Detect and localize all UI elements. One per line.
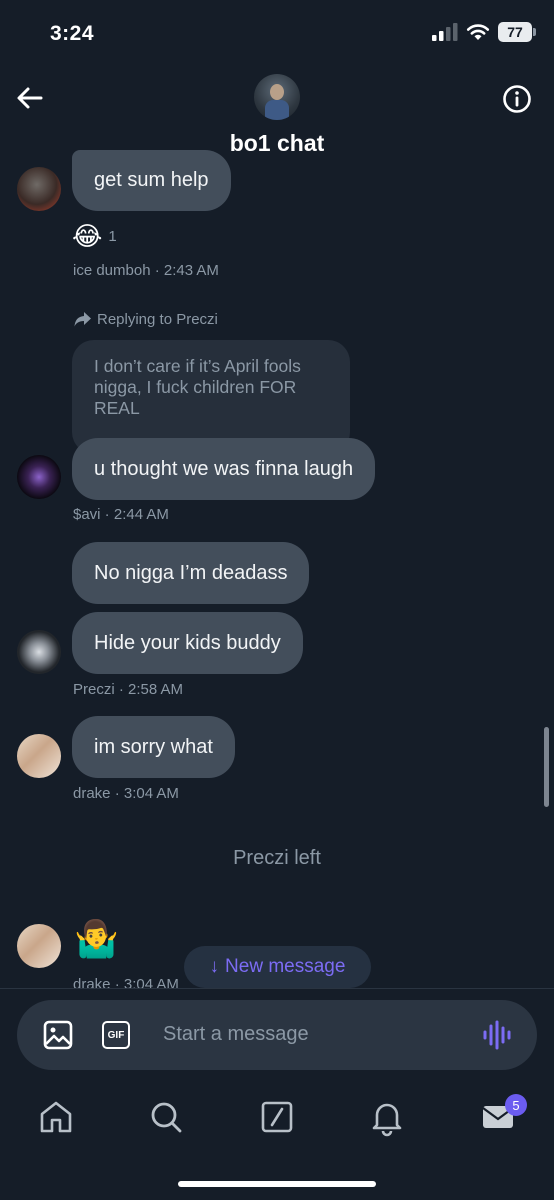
new-message-button[interactable]: ↓ New message xyxy=(184,946,371,988)
message-meta: drake · 3:04 AM xyxy=(73,976,179,988)
reply-label-text: Replying to Preczi xyxy=(97,310,218,328)
status-time: 3:24 xyxy=(50,22,95,45)
message-text: im sorry what xyxy=(94,735,213,758)
grok-icon[interactable] xyxy=(257,1097,297,1137)
group-avatar[interactable] xyxy=(254,74,300,120)
avatar[interactable] xyxy=(17,455,61,499)
message-text: Hide your kids buddy xyxy=(94,631,281,654)
messages-badge: 5 xyxy=(505,1094,527,1116)
message-text: No nigga I’m deadass xyxy=(94,561,288,584)
emoji-message[interactable]: 🤷‍♂️ xyxy=(74,918,119,960)
reaction-count: 1 xyxy=(108,227,117,245)
notifications-bell-icon[interactable] xyxy=(367,1097,407,1137)
laughing-emoji-icon: 😂 xyxy=(72,221,103,251)
avatar[interactable] xyxy=(17,167,61,211)
new-message-label: New message xyxy=(225,956,346,977)
message-text: get sum help xyxy=(94,169,209,191)
message-text: u thought we was finna laugh xyxy=(94,457,354,480)
system-message: Preczi left xyxy=(233,847,321,869)
battery-icon: 77 xyxy=(498,22,536,42)
reaction[interactable]: 😂 1 xyxy=(72,222,117,250)
reply-label: Replying to Preczi xyxy=(73,310,218,328)
gif-button[interactable]: GIF xyxy=(102,1021,130,1049)
message-meta: drake · 3:04 AM xyxy=(73,785,179,802)
image-icon[interactable] xyxy=(43,1020,73,1050)
message-bubble[interactable]: get sum help xyxy=(72,150,231,211)
cellular-signal-icon xyxy=(432,23,458,41)
message-input[interactable] xyxy=(163,1023,453,1046)
home-indicator[interactable] xyxy=(178,1181,376,1187)
message-meta: Preczi · 2:58 AM xyxy=(73,681,184,698)
avatar[interactable] xyxy=(17,734,61,778)
message-meta: $avi · 2:44 AM xyxy=(73,506,169,523)
message-bubble[interactable]: Hide your kids buddy xyxy=(72,612,303,674)
message-meta: ice dumboh · 2:43 AM xyxy=(73,262,219,279)
wifi-icon xyxy=(466,24,490,40)
voice-message-icon[interactable] xyxy=(483,1020,511,1050)
back-arrow-icon[interactable] xyxy=(14,82,46,114)
reply-arrow-icon xyxy=(74,312,91,327)
message-bubble[interactable]: im sorry what xyxy=(72,716,235,778)
search-icon[interactable] xyxy=(146,1097,186,1137)
quoted-message[interactable]: I don’t care if it’s April fools nigga, … xyxy=(72,340,350,454)
battery-level: 77 xyxy=(507,24,523,40)
scrollbar[interactable] xyxy=(544,727,549,807)
message-bubble[interactable]: No nigga I’m deadass xyxy=(72,542,310,604)
gif-label: GIF xyxy=(107,1029,125,1041)
status-icons: 77 xyxy=(432,22,536,42)
message-bubble[interactable]: u thought we was finna laugh xyxy=(72,438,376,500)
divider xyxy=(0,988,554,989)
avatar[interactable] xyxy=(17,630,61,674)
info-icon[interactable] xyxy=(502,84,532,114)
avatar[interactable] xyxy=(17,924,61,968)
quoted-text: I don’t care if it’s April fools nigga, … xyxy=(94,356,301,418)
down-arrow-icon: ↓ xyxy=(209,956,220,977)
home-icon[interactable] xyxy=(36,1097,76,1137)
